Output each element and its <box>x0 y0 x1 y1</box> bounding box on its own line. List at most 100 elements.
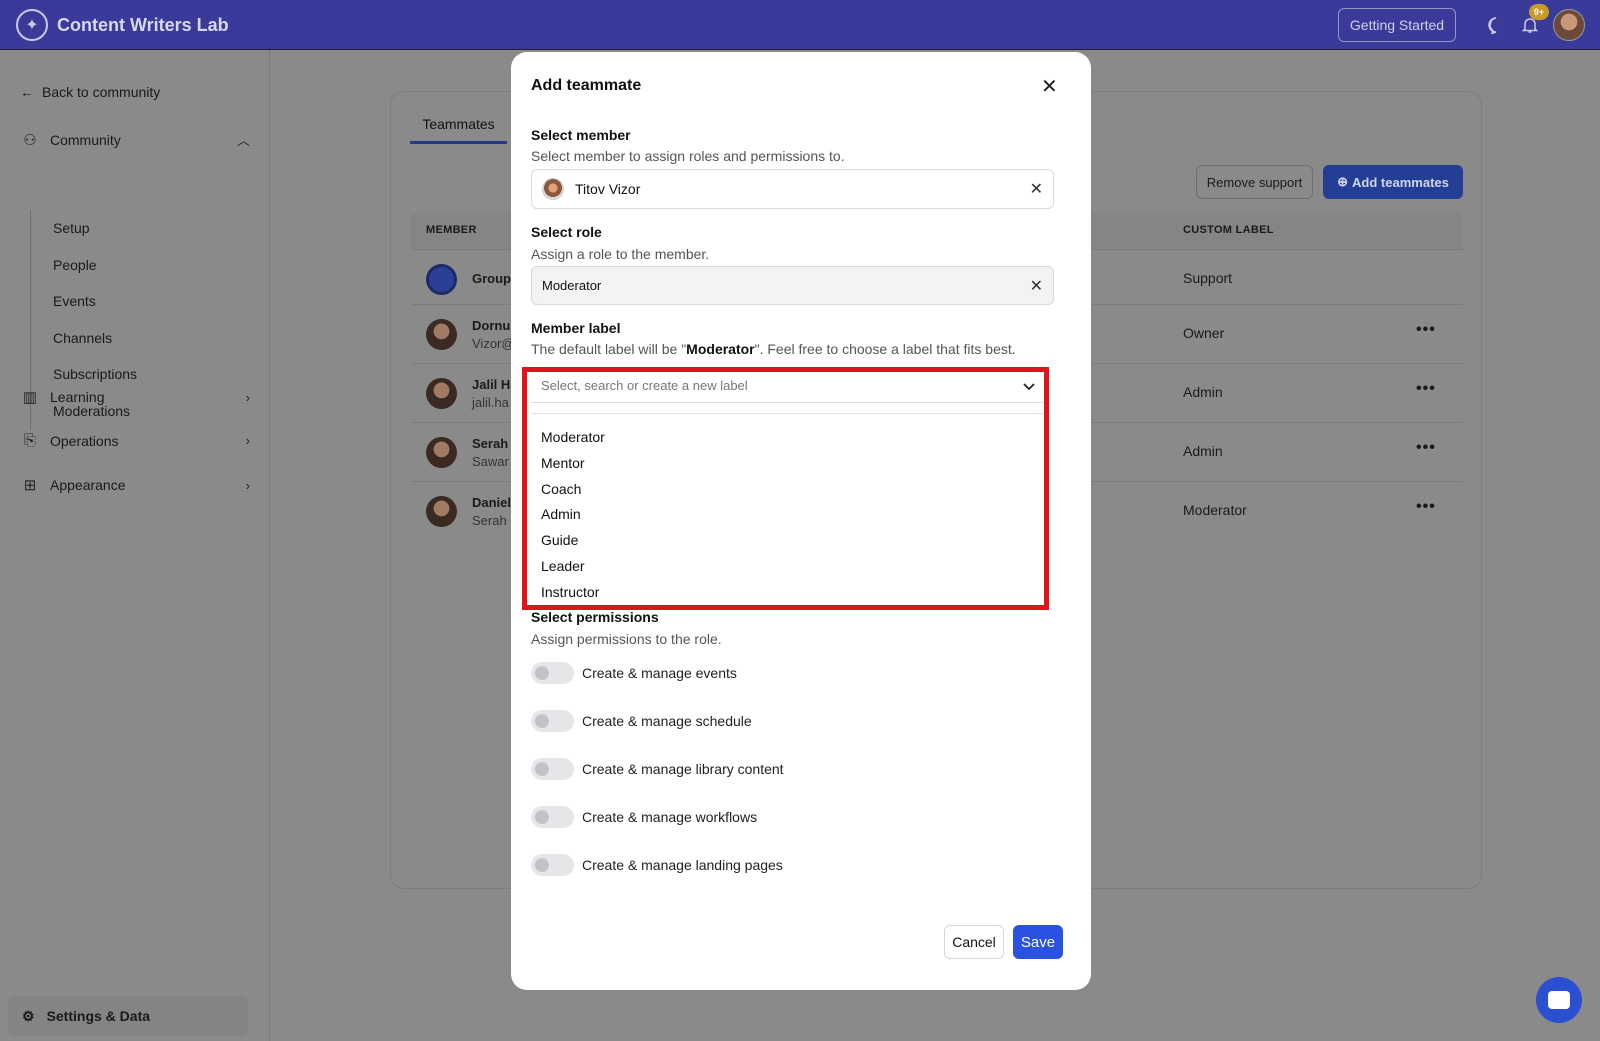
select-member-title: Select member <box>531 127 631 143</box>
highlight-box <box>522 367 1049 610</box>
save-button[interactable]: Save <box>1013 925 1063 959</box>
permission-toggle[interactable] <box>531 710 574 732</box>
custom-label: Admin <box>1183 384 1223 400</box>
permission-schedule-row: Create & manage schedule <box>531 710 752 732</box>
remove-support-button[interactable]: Remove support <box>1196 165 1313 199</box>
tab-teammates[interactable]: Teammates <box>410 116 507 144</box>
sidebar-item-appearance[interactable]: ⊞ Appearance › <box>20 476 250 494</box>
role-select[interactable]: Moderator ✕ <box>531 266 1054 305</box>
custom-label: Owner <box>1183 325 1225 341</box>
chat-icon[interactable] <box>1484 13 1508 37</box>
permission-toggle[interactable] <box>531 854 574 876</box>
cancel-button[interactable]: Cancel <box>944 925 1004 959</box>
back-label: Back to community <box>42 84 161 100</box>
member-email: Serah <box>472 513 507 528</box>
top-bar: ✦ Content Writers Lab Getting Started 9+ <box>0 0 1600 50</box>
permission-label: Create & manage workflows <box>582 809 758 825</box>
avatar <box>426 264 457 295</box>
permission-label: Create & manage landing pages <box>582 857 783 873</box>
brand-logo-icon: ✦ <box>16 9 48 41</box>
member-email: jalil.ha <box>472 395 509 410</box>
clear-member-icon[interactable]: ✕ <box>1030 179 1043 199</box>
permission-label: Create & manage events <box>582 665 737 681</box>
select-role-title: Select role <box>531 224 602 240</box>
plus-circle-icon: ⊕ <box>1337 174 1349 189</box>
book-icon: ▥ <box>22 389 38 406</box>
permission-toggle[interactable] <box>531 806 574 828</box>
custom-label: Support <box>1183 270 1233 286</box>
permission-toggle[interactable] <box>531 662 574 684</box>
clear-role-icon[interactable]: ✕ <box>1030 276 1043 296</box>
sidebar-item-events[interactable]: Events <box>53 283 137 320</box>
settings-and-data-button[interactable]: ⚙ Settings & Data <box>8 996 248 1036</box>
sidebar-item-setup[interactable]: Setup <box>53 210 137 247</box>
avatar <box>426 319 457 350</box>
member-label-title: Member label <box>531 320 621 336</box>
brand[interactable]: ✦ Content Writers Lab <box>16 9 229 41</box>
avatar <box>542 178 564 200</box>
permission-label: Create & manage library content <box>582 761 784 777</box>
custom-label: Admin <box>1183 443 1223 459</box>
avatar <box>426 437 457 468</box>
permission-landing-pages-row: Create & manage landing pages <box>531 854 783 876</box>
select-member-desc: Select member to assign roles and permis… <box>531 148 845 164</box>
member-label-desc: The default label will be "Moderator". F… <box>531 341 1016 357</box>
appearance-icon: ⊞ <box>23 477 37 494</box>
operations-label: Operations <box>50 432 119 449</box>
sidebar-item-learning[interactable]: ▥ Learning › <box>20 388 250 406</box>
appearance-label: Appearance <box>50 477 126 493</box>
settings-label: Settings & Data <box>46 1008 151 1024</box>
back-to-community-link[interactable]: ← Back to community <box>20 84 160 100</box>
more-options-icon[interactable]: ••• <box>1416 498 1436 516</box>
permission-toggle[interactable] <box>531 758 574 780</box>
avatar <box>426 378 457 409</box>
community-icon: ⚇ <box>23 131 37 149</box>
chevron-right-icon: › <box>245 477 250 493</box>
sidebar-item-operations[interactable]: ⎘ Operations › <box>20 432 250 449</box>
modal-title: Add teammate <box>531 77 642 94</box>
avatar <box>426 496 457 527</box>
member-name: Serah <box>472 436 509 451</box>
member-name: Jalil H <box>472 377 511 392</box>
more-options-icon[interactable]: ••• <box>1416 439 1436 457</box>
user-avatar[interactable] <box>1553 9 1585 41</box>
selected-role: Moderator <box>542 278 602 293</box>
arrow-left-icon: ← <box>20 84 34 100</box>
operations-icon: ⎘ <box>23 432 36 449</box>
member-email: Sawar <box>472 454 509 469</box>
column-custom-label: CUSTOM LABEL <box>1183 224 1274 236</box>
sidebar: ← Back to community ⚇ Community ︿ Setup … <box>0 50 270 1041</box>
add-teammate-modal: Add teammate ✕ Select member Select memb… <box>511 52 1091 990</box>
permission-library-row: Create & manage library content <box>531 758 784 780</box>
member-name: Daniel <box>472 495 512 510</box>
getting-started-button[interactable]: Getting Started <box>1338 8 1456 42</box>
member-name: Group <box>472 271 511 286</box>
chevron-right-icon: › <box>245 389 250 405</box>
select-permissions-desc: Assign permissions to the role. <box>531 631 722 647</box>
add-teammates-label: Add teammates <box>1352 174 1449 190</box>
notification-badge: 9+ <box>1529 4 1549 20</box>
more-options-icon[interactable]: ••• <box>1416 380 1436 398</box>
more-options-icon[interactable]: ••• <box>1416 321 1436 339</box>
select-role-desc: Assign a role to the member. <box>531 246 710 262</box>
sidebar-item-channels[interactable]: Channels <box>53 320 137 357</box>
selected-member: Titov Vizor <box>575 181 641 197</box>
close-icon[interactable]: ✕ <box>1041 77 1058 97</box>
permission-workflows-row: Create & manage workflows <box>531 806 757 828</box>
custom-label: Moderator <box>1183 502 1247 518</box>
chevron-up-icon: ︿ <box>236 133 250 148</box>
member-email: Vizor@ <box>472 336 515 351</box>
column-member: MEMBER <box>426 224 477 236</box>
chevron-right-icon: › <box>245 433 250 448</box>
gear-icon: ⚙ <box>22 1007 35 1024</box>
chat-launcher-button[interactable] <box>1536 977 1582 1023</box>
chat-bubble-icon <box>1548 991 1570 1009</box>
learning-label: Learning <box>50 389 105 405</box>
select-permissions-title: Select permissions <box>531 609 659 625</box>
member-select[interactable]: Titov Vizor ✕ <box>531 169 1054 209</box>
sidebar-item-people[interactable]: People <box>53 247 137 284</box>
permission-events-row: Create & manage events <box>531 662 737 684</box>
add-teammates-button[interactable]: ⊕ Add teammates <box>1323 165 1463 199</box>
app-name: Content Writers Lab <box>57 14 229 35</box>
sidebar-item-community[interactable]: ⚇ Community ︿ <box>20 130 250 149</box>
